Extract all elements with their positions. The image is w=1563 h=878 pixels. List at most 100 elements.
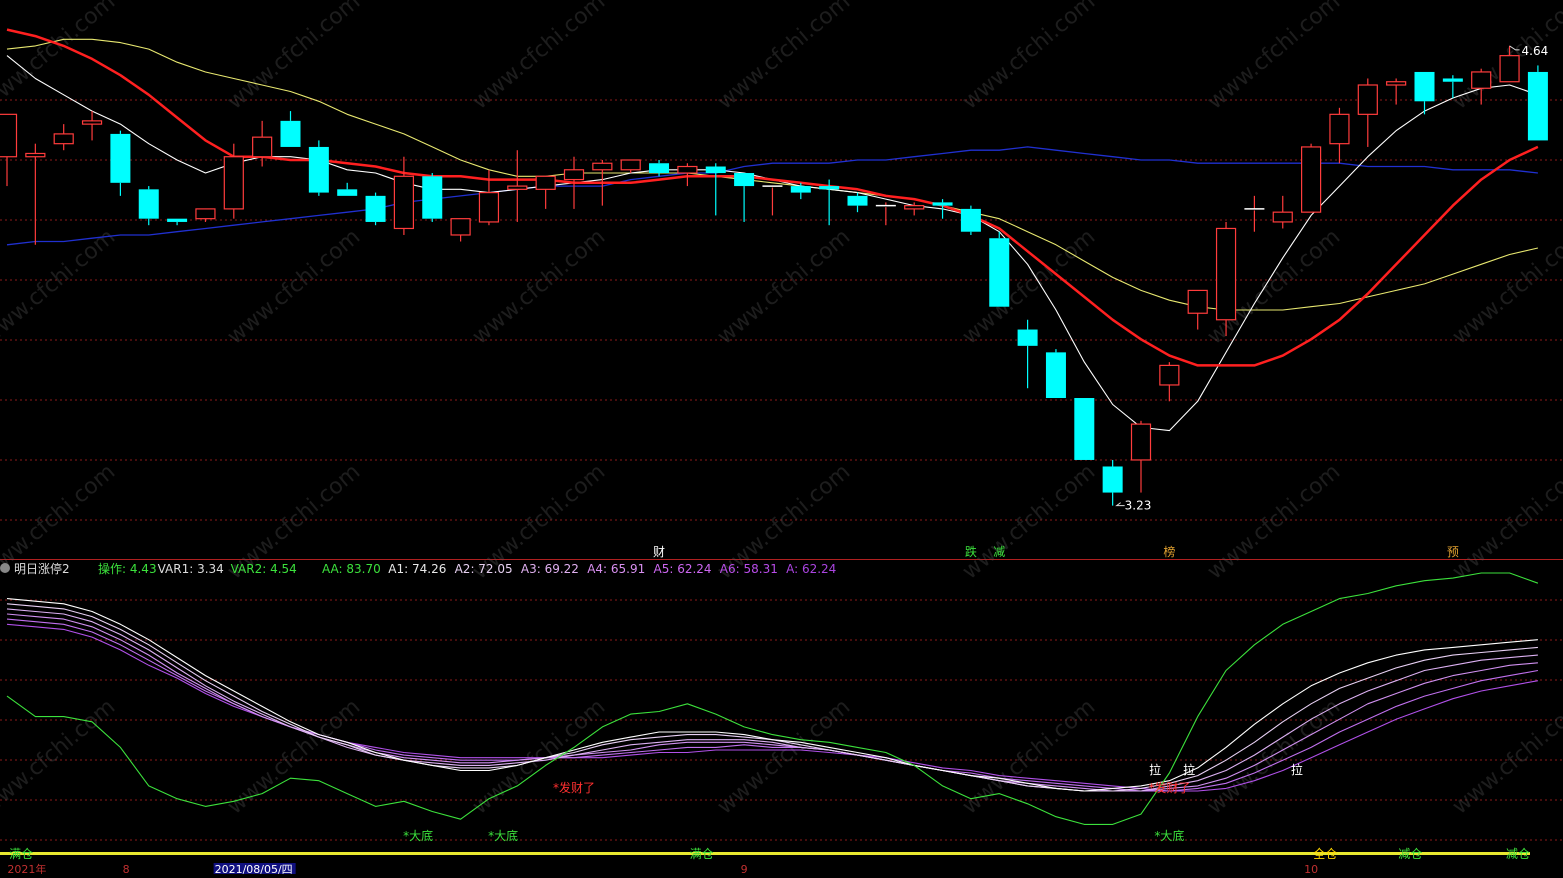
candle-body <box>1130 423 1152 461</box>
candle-body <box>1527 71 1548 141</box>
candle-body <box>620 159 641 171</box>
candle-up <box>53 124 74 151</box>
candle-body <box>592 162 613 171</box>
candle-up <box>1386 78 1407 105</box>
candle-up <box>875 202 896 226</box>
candle-body <box>705 166 726 174</box>
candle-up <box>1272 195 1293 229</box>
watermark-text: www.cfchi.com <box>468 694 610 819</box>
watermark-text: www.cfchi.com <box>713 694 855 819</box>
candle-body <box>1272 211 1293 223</box>
candle-down <box>167 218 188 226</box>
candle-down <box>110 130 131 196</box>
candle-down <box>705 163 726 216</box>
candle-body <box>167 218 188 222</box>
watermark-text: www.cfchi.com <box>1203 694 1345 819</box>
candle-down <box>1045 349 1066 399</box>
candle-body <box>1300 146 1322 213</box>
candle-body <box>677 165 698 174</box>
candle-down <box>1527 65 1548 141</box>
candle-body <box>393 175 414 230</box>
candle-body <box>1045 352 1066 399</box>
event-label: 减 <box>993 545 1005 559</box>
position-label: 减仓 <box>1506 847 1530 861</box>
signal-label: *大底 <box>403 828 433 843</box>
candle-up <box>81 111 103 141</box>
indicator-stat: 操作: 4.43 <box>98 562 157 576</box>
candle-body <box>507 185 528 190</box>
candle-down <box>422 173 443 222</box>
candle-body <box>1386 81 1407 86</box>
candle-up <box>1215 221 1237 337</box>
candle-body <box>1471 71 1492 89</box>
candle-body <box>1074 398 1095 460</box>
watermark-text: www.cfchi.com <box>958 694 1100 819</box>
candle-body <box>1102 466 1123 493</box>
candle-body <box>1017 329 1038 346</box>
candle-up <box>1244 195 1265 232</box>
candle-body <box>535 175 556 190</box>
candle-up <box>762 185 783 216</box>
event-label: 预 <box>1447 545 1459 559</box>
candle-down <box>1102 459 1123 506</box>
event-label: 榜 <box>1163 544 1175 559</box>
indicator-stat: VAR2: 4.54 <box>230 562 297 576</box>
candle-body <box>960 208 981 232</box>
candle-body <box>195 208 216 220</box>
indicator-stat: A6: 58.31 <box>719 562 778 576</box>
candle-down <box>734 173 755 222</box>
candle-up <box>195 208 216 222</box>
signal-label: *大底 <box>488 828 518 843</box>
indicator-layer <box>6 572 1539 825</box>
position-label: 满仓 <box>690 847 714 861</box>
indicator-stat: A4: 65.91 <box>587 562 646 576</box>
indicator-stat: VAR1: 3.34 <box>157 562 224 576</box>
candle-body <box>819 186 840 190</box>
candle-up <box>1329 107 1350 164</box>
candle-body <box>280 120 301 147</box>
candle-down <box>960 205 981 235</box>
candle-down <box>337 182 358 196</box>
candle-body <box>649 163 670 174</box>
candle-body <box>223 156 244 210</box>
candle-body <box>1442 78 1463 82</box>
candle-body <box>450 218 471 236</box>
candle-body <box>25 152 46 158</box>
signal-label: 拉 <box>1149 762 1161 777</box>
candle-body <box>734 173 755 187</box>
candle-body <box>932 202 953 206</box>
candle-body <box>337 189 358 196</box>
watermark-text: www.cfchi.com <box>1448 224 1563 349</box>
indicator-stats: 操作: 4.43 VAR1: 3.34 VAR2: 4.54 AA: 83.70 A1:… <box>0 560 1563 578</box>
signal-label: 拉 <box>1291 762 1303 777</box>
candle-body <box>138 189 159 219</box>
watermark-text: www.cfchi.com <box>468 224 610 349</box>
signal-label: 拉 <box>1183 762 1195 777</box>
watermark-text: www.cfchi.com <box>468 0 610 115</box>
candle-down <box>280 111 301 147</box>
indicator-stat: A: 62.24 <box>786 562 837 576</box>
indicator-stat: A5: 62.24 <box>653 562 712 576</box>
candle-body <box>1357 84 1378 115</box>
candle-body <box>110 133 131 183</box>
watermark-text: www.cfchi.com <box>1203 0 1345 115</box>
candle-body <box>81 120 103 125</box>
candle-up <box>393 156 414 235</box>
candle-body <box>422 176 443 219</box>
time-axis-label: 10 <box>1304 863 1318 874</box>
candle-up <box>620 159 641 174</box>
signal-label: *大底 <box>1154 828 1184 843</box>
candle-down <box>308 140 329 196</box>
event-label: 跌 <box>965 544 977 559</box>
candle-body <box>478 191 500 223</box>
candle-down <box>1017 319 1038 389</box>
candle-up <box>677 163 698 187</box>
position-label: 减仓 <box>1398 847 1422 861</box>
candle-body <box>1187 289 1208 314</box>
watermark-text: www.cfchi.com <box>713 0 855 115</box>
candle-body <box>989 238 1010 307</box>
chart-stage: www.cfchi.com www.cfchi.com www.cfchi.com w… <box>0 0 1563 876</box>
candle-body <box>365 195 386 222</box>
indicator-header: 明日涨停2 操作: 4.43 VAR1: 3.34 VAR2: 4.54 AA: 83… <box>0 560 1563 578</box>
candle-up <box>450 218 471 242</box>
